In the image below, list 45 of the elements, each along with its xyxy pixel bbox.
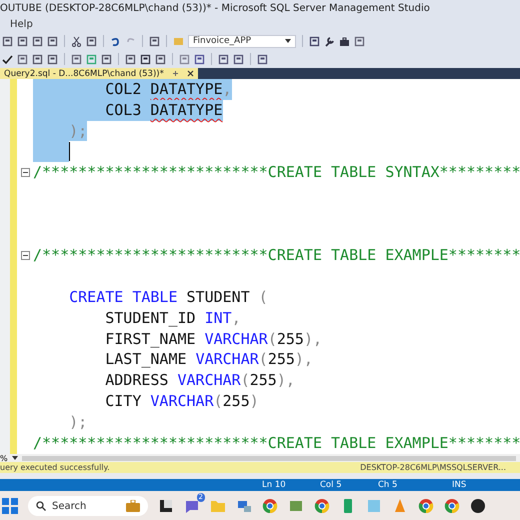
undo-icon[interactable] [110, 36, 121, 46]
code-line: LAST_NAME VARCHAR(255), [104, 349, 313, 370]
menu-item[interactable]: Help [10, 19, 33, 30]
horizontal-scrollbar[interactable] [22, 456, 516, 460]
windows-icon[interactable] [2, 498, 18, 514]
computer-icon[interactable] [236, 498, 252, 514]
zoom-level[interactable]: % [0, 454, 8, 462]
status-item: Ln 10 [262, 480, 287, 490]
browser-icon[interactable] [418, 498, 434, 514]
code-line: ADDRESS VARCHAR(255), [104, 370, 295, 391]
caret-icon[interactable] [12, 456, 18, 460]
status-item: Ch 5 [378, 480, 398, 490]
code-line: /*************************CREATE TABLE EXAMPLE******** [33, 245, 520, 266]
toolbox-icon[interactable] [339, 36, 350, 46]
code-line: STUDENT_ID INT, [104, 308, 241, 329]
caret-icon [285, 39, 291, 43]
cut-icon[interactable] [71, 36, 82, 46]
code-line: CITY VARCHAR(255) [104, 390, 259, 412]
query-tab[interactable]: Query2.sql - D...8C6MLP\chand (53))* [0, 68, 198, 79]
browser-icon[interactable] [314, 498, 330, 514]
database-icon [173, 36, 184, 46]
code-line: CREATE TABLE STUDENT ( [68, 286, 268, 308]
status-item: INS [452, 480, 468, 490]
search-field[interactable]: Search [28, 496, 148, 516]
collapse-icon[interactable] [20, 251, 30, 260]
wrench-icon[interactable] [324, 36, 335, 46]
browser-icon[interactable] [262, 498, 278, 514]
database-dropdown[interactable]: Finvoice_APP [188, 34, 296, 48]
search-icon [36, 501, 46, 511]
server-name: DESKTOP-28C6MLP\MSSQLSERVER... [360, 463, 506, 472]
code-line: ); [68, 412, 88, 433]
image-icon[interactable] [288, 498, 304, 514]
code-line: FIRST_NAME VARCHAR(255), [104, 328, 322, 350]
app-icon[interactable] [470, 498, 486, 514]
code-line: /*************************CREATE TABLE SYNTAX********* [33, 162, 520, 183]
chat-icon[interactable] [184, 498, 200, 514]
code-line: /*************************CREATE TABLE EXAMPLE******** [33, 432, 520, 454]
collapse-icon[interactable] [20, 168, 30, 178]
pin-icon[interactable] [172, 70, 179, 77]
status-item: Col 5 [320, 480, 343, 490]
check-icon[interactable] [2, 54, 13, 64]
status-message: uery executed successfully. [0, 463, 110, 472]
close-icon[interactable] [186, 70, 194, 77]
briefcase-icon [126, 500, 140, 512]
browser-icon[interactable] [444, 498, 460, 514]
